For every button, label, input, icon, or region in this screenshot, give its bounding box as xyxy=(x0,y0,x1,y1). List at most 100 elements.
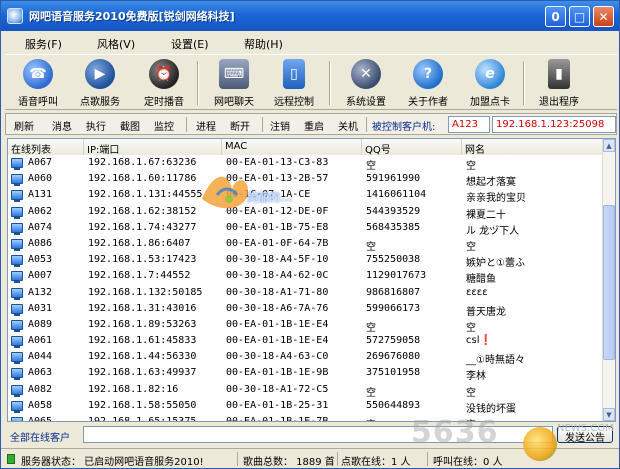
mac-cell: 00-EA-01-1B-75-E8 xyxy=(226,221,329,233)
menu-settings[interactable]: 设置(E) xyxy=(171,36,209,52)
about-author-button[interactable]: ? 关于作者 xyxy=(401,57,455,109)
column-nickname[interactable]: 网名 xyxy=(462,139,604,156)
nickname-cell: __①時無語々 xyxy=(466,355,525,367)
scheduled-broadcast-button[interactable]: ⏰ 定时播音 xyxy=(137,57,191,109)
refresh-command[interactable]: 刷新 xyxy=(14,118,34,133)
menu-help[interactable]: 帮助(H) xyxy=(244,36,283,52)
computer-icon xyxy=(11,174,23,187)
column-ip-port[interactable]: IP:端口 xyxy=(84,139,222,156)
voice-call-button[interactable]: ☎ 语音呼叫 xyxy=(11,57,65,109)
remote-control-button[interactable]: ▯ 远程控制 xyxy=(267,57,321,109)
mac-cell: 00-EA-01-1B-1E-E4 xyxy=(226,318,329,330)
toolbar-divider xyxy=(523,61,525,105)
ip-port-cell: 192.168.1.67:63236 xyxy=(88,157,197,168)
table-row[interactable]: A089 192.168.1.89:53263 00-EA-01-1B-1E-E4 空… xyxy=(8,317,604,334)
table-row[interactable]: A086 192.168.1.86:6407 00-EA-01-0F-64-7B 空 空 xyxy=(8,236,604,253)
send-announcement-button[interactable]: 发送公告 xyxy=(557,426,613,444)
table-row[interactable]: A061 192.168.1.61:45833 00-EA-01-1B-1E-E4 5… xyxy=(8,333,604,349)
ip-port-cell: 192.168.1.63:49937 xyxy=(88,367,197,379)
client-name-cell: A086 xyxy=(28,237,53,249)
computer-icon xyxy=(11,158,23,170)
title-bar[interactable]: 网吧语音服务2010免费版[锐剑网络科技] 0 □ ✕ xyxy=(1,1,619,31)
scroll-down-icon[interactable]: ▼ xyxy=(603,408,615,421)
app-logo-icon xyxy=(7,8,23,24)
netcafe-chat-button[interactable]: ⌨ 网吧聊天 xyxy=(207,57,261,109)
shutdown-command[interactable]: 关机 xyxy=(338,118,358,133)
table-row[interactable]: A082 192.168.1.82:16 00-30-18-A1-72-C5 空 空 xyxy=(8,382,604,399)
process-command[interactable]: 进程 xyxy=(196,118,216,133)
client-name-cell: A082 xyxy=(28,383,53,395)
minimize-button[interactable]: 0 xyxy=(545,6,566,27)
table-row[interactable]: A053 192.168.1.53:17423 00-30-18-A4-5F-10 7… xyxy=(8,252,604,269)
scroll-thumb[interactable] xyxy=(603,205,615,360)
vertical-scrollbar[interactable]: ▲ ▼ xyxy=(602,139,615,421)
qq-cell: 375101958 xyxy=(366,367,421,379)
ip-port-cell: 192.168.1.60:11786 xyxy=(88,173,197,185)
toolbar-divider xyxy=(197,61,199,105)
ip-port-cell: 192.168.1.58:55050 xyxy=(88,399,197,411)
server-status: 服务器状态： 已启动网吧语音服务2010! xyxy=(21,457,204,468)
status-bar: 服务器状态： 已启动网吧语音服务2010! 歌曲总数： 1889 首 点歌在线：… xyxy=(1,448,619,468)
ip-port-cell: 192.168.1.31:43016 xyxy=(88,302,197,314)
client-name-cell: A053 xyxy=(28,254,53,266)
qq-cell: 空 xyxy=(366,241,376,253)
restart-command[interactable]: 重启 xyxy=(304,118,324,133)
computer-icon xyxy=(11,190,23,203)
computer-icon xyxy=(11,255,23,268)
execute-command[interactable]: 执行 xyxy=(86,118,106,133)
qq-cell: 269676080 xyxy=(366,351,421,363)
qq-cell: 空 xyxy=(366,416,376,421)
message-command[interactable]: 消息 xyxy=(52,118,72,133)
table-row[interactable]: A062 192.168.1.62:38152 00-EA-01-12-DE-0F 5… xyxy=(8,204,604,221)
nickname-cell: εεεε xyxy=(466,286,488,298)
controlled-client-address[interactable]: 192.168.1.123:25098 xyxy=(492,116,616,133)
logoff-command[interactable]: 注销 xyxy=(270,118,290,133)
list-header: 在线列表 IP:端口 MAC QQ号 网名 xyxy=(8,139,604,156)
command-divider xyxy=(262,117,263,132)
maximize-button[interactable]: □ xyxy=(569,6,590,27)
computer-icon xyxy=(11,222,23,235)
system-settings-button[interactable]: ✕ 系统设置 xyxy=(339,57,393,109)
table-row[interactable]: A060 192.168.1.60:11786 00-EA-01-13-2B-57 5… xyxy=(8,171,604,188)
table-row[interactable]: A067 192.168.1.67:63236 00-EA-01-13-C3-83 空… xyxy=(8,155,604,172)
settings-tools-icon: ✕ xyxy=(351,59,381,89)
online-client-list[interactable]: 在线列表 IP:端口 MAC QQ号 网名 A067 192.168.1.67:6… xyxy=(7,138,616,422)
nickname-cell: ル 龙ヅ下人 xyxy=(466,225,520,237)
nickname-cell: 李林 xyxy=(466,371,486,383)
controlled-client-name[interactable]: A123 xyxy=(448,116,490,133)
table-row[interactable]: A058 192.168.1.58:55050 00-EA-01-1B-25-31 5… xyxy=(8,398,604,415)
computer-icon xyxy=(11,287,23,300)
column-qq[interactable]: QQ号 xyxy=(362,139,462,156)
mac-cell: 00-30-18-A1-71-80 xyxy=(226,286,329,298)
table-row[interactable]: A063 192.168.1.63:49937 00-EA-01-1B-1E-9B 3… xyxy=(8,365,604,383)
table-row[interactable]: A132 192.168.1.132:50185 00-30-18-A1-71-80… xyxy=(8,285,604,301)
broadcast-message-input[interactable] xyxy=(83,426,553,443)
qq-cell: 591961990 xyxy=(366,173,421,185)
table-row[interactable]: A031 192.168.1.31:43016 00-30-18-A6-7A-76 5… xyxy=(8,301,604,318)
table-row[interactable]: A131 192.168.1.131:44555 00-1C-07-1A-CE 141… xyxy=(8,187,604,204)
column-online[interactable]: 在线列表 xyxy=(8,139,84,156)
table-row[interactable]: A044 192.168.1.44:56330 00-30-18-A4-63-C0 2… xyxy=(8,349,604,367)
ip-port-cell: 192.168.1.132:50185 xyxy=(88,286,203,298)
client-name-cell: A074 xyxy=(28,221,53,233)
column-mac[interactable]: MAC xyxy=(222,139,362,155)
remote-device-icon: ▯ xyxy=(283,59,305,89)
close-button[interactable]: ✕ xyxy=(593,6,614,27)
menu-service[interactable]: 服务(F) xyxy=(25,36,62,52)
join-card-button[interactable]: e 加盟点卡 xyxy=(463,57,517,109)
song-request-button[interactable]: ▶ 点歌服务 xyxy=(73,57,127,109)
scroll-up-icon[interactable]: ▲ xyxy=(603,139,615,152)
status-divider xyxy=(427,452,428,466)
screenshot-command[interactable]: 截图 xyxy=(120,118,140,133)
menu-style[interactable]: 风格(V) xyxy=(97,36,135,52)
monitor-command[interactable]: 监控 xyxy=(154,118,174,133)
disconnect-command[interactable]: 断开 xyxy=(230,118,250,133)
mac-cell: 00-30-18-A1-72-C5 xyxy=(226,383,329,395)
table-row[interactable]: A074 192.168.1.74:43277 00-EA-01-1B-75-E8 5… xyxy=(8,220,604,237)
mac-cell: 00-EA-01-0F-64-7B xyxy=(226,237,329,249)
song-count: 歌曲总数： 1889 首 xyxy=(243,457,335,468)
song-request-icon: ▶ xyxy=(85,59,115,89)
table-row[interactable]: A065 192.168.1.65:15375 00-EA-01-1B-1E-7B 空… xyxy=(8,414,604,421)
table-row[interactable]: A007 192.168.1.7:44552 00-30-18-A4-62-0C 11… xyxy=(8,268,604,285)
exit-program-button[interactable]: ▮ 退出程序 xyxy=(531,57,587,109)
